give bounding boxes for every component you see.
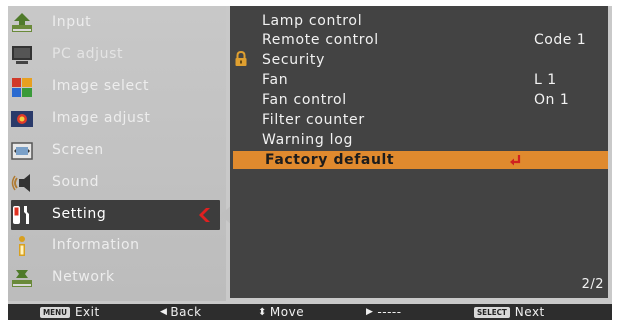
submenu-value: L 1 xyxy=(534,72,557,88)
enter-icon xyxy=(509,153,523,172)
submenu-label: Factory default xyxy=(265,152,395,168)
screen-icon xyxy=(10,139,34,163)
submenu-label: Fan xyxy=(262,72,289,88)
menu-item-input[interactable]: Input xyxy=(8,8,226,38)
menu-label: Input xyxy=(52,14,92,30)
submenu-item-security[interactable]: Security xyxy=(230,50,608,70)
submenu-label: Filter counter xyxy=(262,112,365,128)
submenu-value: Code 1 xyxy=(534,32,587,48)
menu-item-screen[interactable]: Screen xyxy=(8,136,226,166)
menu-item-image-select[interactable]: Image select xyxy=(8,72,226,102)
active-arrow-icon xyxy=(197,207,211,227)
sound-icon xyxy=(10,171,34,195)
submenu-item-fan[interactable]: Fan L 1 xyxy=(230,70,608,90)
back-label: Back xyxy=(170,305,202,319)
menu-label: Screen xyxy=(52,142,104,158)
move-label: Move xyxy=(269,305,305,319)
menu-item-pc-adjust[interactable]: PC adjust xyxy=(8,40,226,70)
next-hint: SELECT Next xyxy=(474,304,545,320)
forward-label: ----- xyxy=(377,305,402,319)
submenu-label: Lamp control xyxy=(262,13,363,29)
menu-item-image-adjust[interactable]: Image adjust xyxy=(8,104,226,134)
settings-submenu: Lamp control Remote control Code 1 Secur… xyxy=(230,6,608,298)
menu-label: PC adjust xyxy=(52,46,124,62)
page-indicator: 2/2 xyxy=(581,277,604,292)
submenu-label: Fan control xyxy=(262,92,347,108)
move-hint: ⬍ Move xyxy=(258,304,304,320)
menu-label: Sound xyxy=(52,174,100,190)
next-label: Next xyxy=(514,305,545,319)
submenu-label: Remote control xyxy=(262,32,379,48)
network-icon xyxy=(10,266,34,290)
lock-icon xyxy=(234,50,248,71)
menu-label: Setting xyxy=(52,206,107,222)
status-bar: MENU Exit ◀ Back ⬍ Move ▶ ----- SELECT N… xyxy=(8,304,612,320)
back-hint: ◀ Back xyxy=(160,304,202,320)
exit-label: Exit xyxy=(74,305,100,319)
exit-hint: MENU Exit xyxy=(40,304,100,320)
input-icon xyxy=(10,11,34,35)
pc-adjust-icon xyxy=(10,43,34,67)
select-key-badge: SELECT xyxy=(474,306,510,318)
submenu-item-filter-counter[interactable]: Filter counter xyxy=(230,110,608,130)
menu-item-sound[interactable]: Sound xyxy=(8,168,226,198)
information-icon xyxy=(10,234,34,258)
submenu-item-fan-control[interactable]: Fan control On 1 xyxy=(230,90,608,110)
left-menu: Input PC adjust Image select Image adjus… xyxy=(8,6,232,301)
menu-label: Image select xyxy=(52,78,150,94)
menu-label: Image adjust xyxy=(52,110,151,126)
right-arrow-icon: ▶ xyxy=(366,307,374,317)
menu-label: Information xyxy=(52,237,140,253)
submenu-label: Warning log xyxy=(262,132,354,148)
menu-item-information[interactable]: Information xyxy=(8,231,226,261)
image-adjust-icon xyxy=(10,107,34,131)
submenu-item-factory-default[interactable]: Factory default xyxy=(233,151,608,169)
submenu-value: On 1 xyxy=(534,92,570,108)
forward-hint: ▶ ----- xyxy=(366,304,402,320)
menu-key-badge: MENU xyxy=(40,306,70,318)
left-arrow-icon: ◀ xyxy=(160,307,168,317)
submenu-item-warning-log[interactable]: Warning log xyxy=(230,130,608,150)
menu-label: Network xyxy=(52,269,115,285)
setting-icon xyxy=(10,203,34,227)
menu-item-setting[interactable]: Setting xyxy=(10,200,232,230)
up-down-arrow-icon: ⬍ xyxy=(258,306,267,318)
submenu-label: Security xyxy=(262,52,326,68)
image-select-icon xyxy=(10,75,34,99)
submenu-item-remote-control[interactable]: Remote control Code 1 xyxy=(230,30,608,50)
submenu-item-lamp-control[interactable]: Lamp control xyxy=(230,11,608,31)
menu-item-network[interactable]: Network xyxy=(8,263,226,293)
